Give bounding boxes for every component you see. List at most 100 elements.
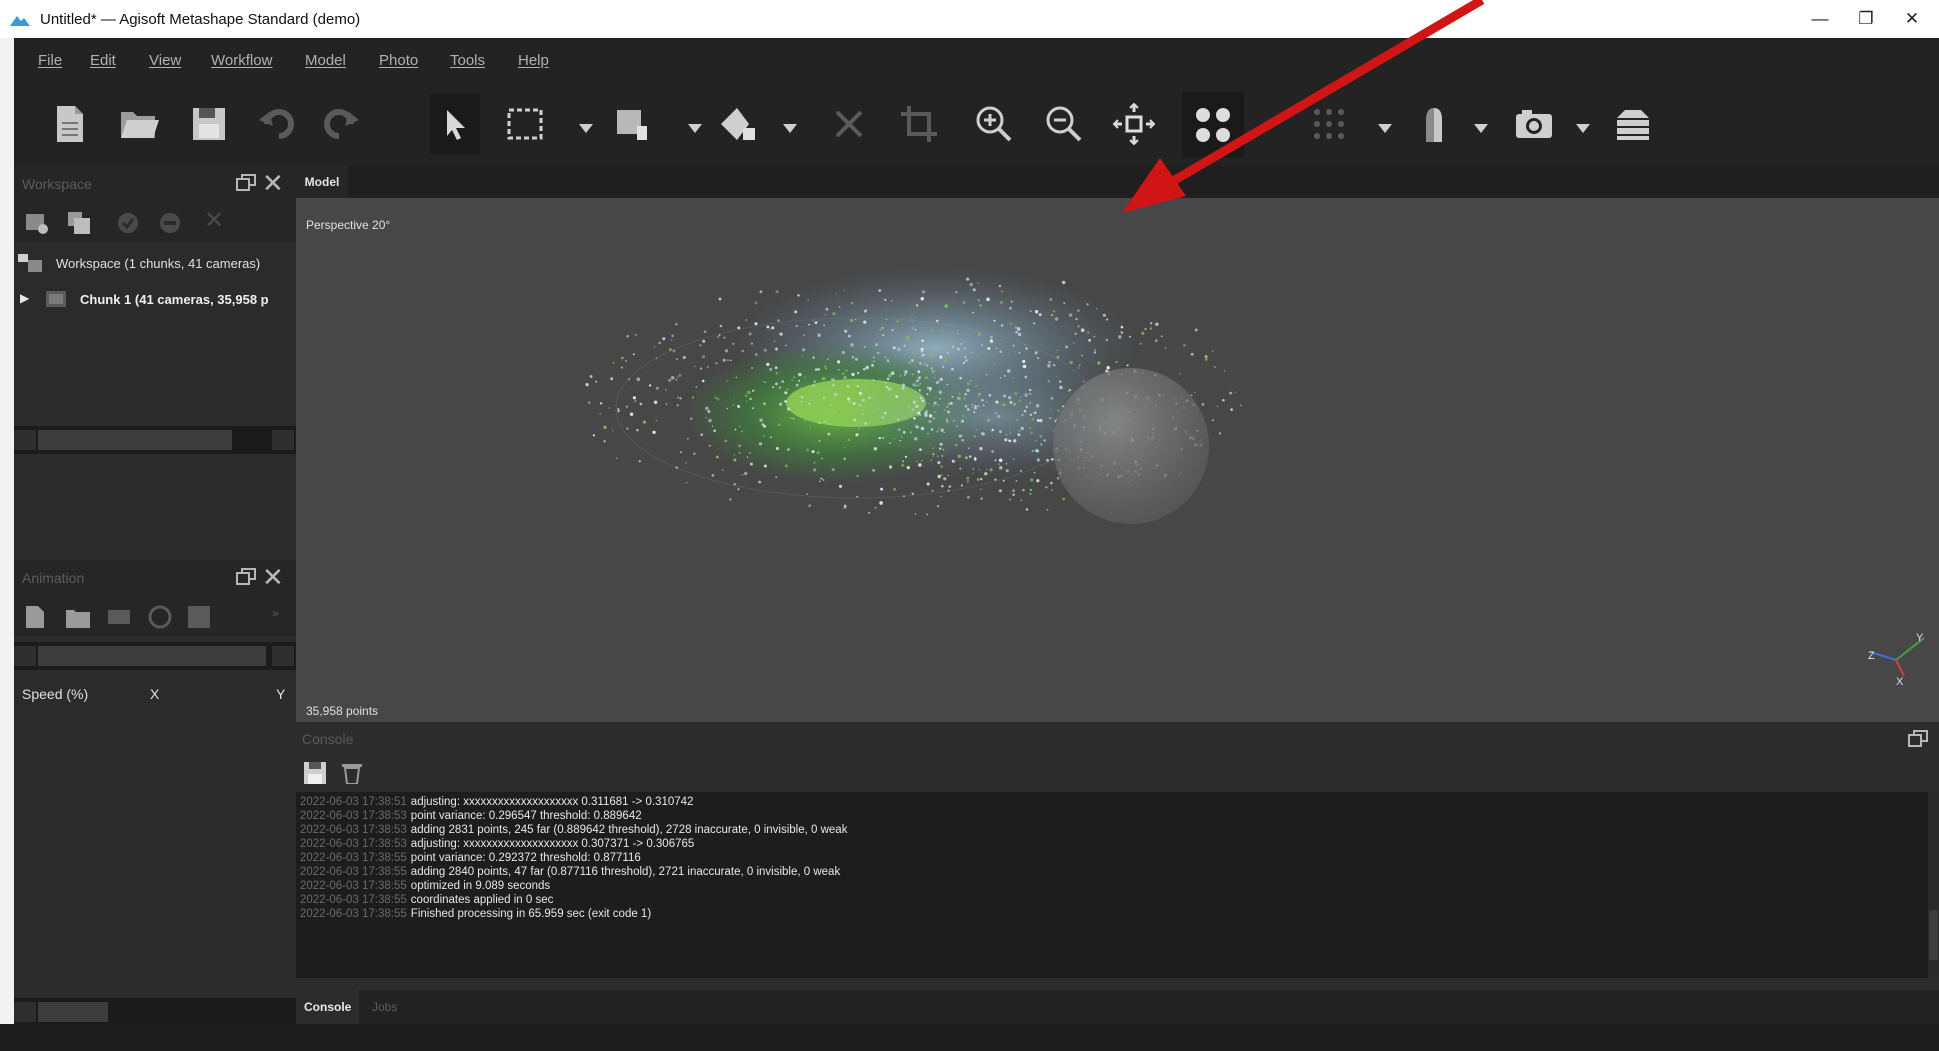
save-track-icon[interactable]	[188, 606, 210, 628]
point-cloud-dot	[901, 383, 906, 387]
y-column-header[interactable]: Y	[276, 686, 285, 702]
rotate-region-icon[interactable]	[714, 98, 764, 150]
close-panel-icon[interactable]: ✕	[262, 168, 284, 198]
scroll-right-arrow[interactable]	[272, 646, 294, 666]
float-panel-icon[interactable]	[1908, 730, 1928, 748]
camera-icon[interactable]	[1509, 98, 1559, 150]
workspace-horizontal-scrollbar[interactable]	[14, 426, 296, 454]
append-icon[interactable]	[108, 606, 130, 628]
remove-item-icon[interactable]: ✕	[204, 206, 224, 235]
point-cloud-dot	[851, 355, 855, 359]
point-cloud-dot	[919, 414, 922, 416]
move-dropdown-caret[interactable]	[688, 124, 702, 133]
rotate-dropdown-caret[interactable]	[783, 124, 797, 133]
menu-workflow[interactable]: Workflow	[211, 52, 272, 69]
scroll-left-arrow[interactable]	[14, 1002, 36, 1022]
float-panel-icon[interactable]	[236, 568, 256, 586]
point-cloud-dot	[668, 348, 672, 352]
move-region-icon[interactable]	[608, 98, 658, 150]
selection-dropdown-caret[interactable]	[579, 124, 593, 133]
point-cloud-dot	[738, 444, 741, 448]
menu-help[interactable]: Help	[518, 52, 549, 69]
dense-cloud-dropdown-caret[interactable]	[1378, 124, 1392, 133]
redo-icon[interactable]	[314, 98, 364, 150]
point-cloud-dot	[794, 310, 798, 314]
point-cloud-dot	[1009, 498, 1011, 501]
point-cloud-icon[interactable]	[1182, 92, 1244, 158]
point-cloud-dot	[1034, 411, 1037, 414]
workspace-panel: Workspace ✕ ✕ Workspace (1 chunks, 41 ca…	[14, 166, 296, 560]
menu-view[interactable]: View	[149, 52, 181, 69]
undo-icon[interactable]	[254, 98, 304, 150]
scrollbar-thumb[interactable]	[38, 1002, 108, 1022]
point-cloud-dot	[1037, 357, 1040, 360]
scrollbar-thumb[interactable]	[1929, 910, 1938, 960]
tab-jobs[interactable]: Jobs	[364, 990, 405, 1024]
clear-log-icon[interactable]	[342, 762, 362, 784]
point-cloud-dot	[1002, 479, 1005, 482]
point-cloud-dot	[942, 365, 945, 369]
camera-dropdown-caret[interactable]	[1576, 124, 1590, 133]
point-cloud-dot	[1218, 432, 1222, 435]
scroll-right-arrow[interactable]	[272, 430, 294, 450]
delete-icon[interactable]	[824, 98, 874, 150]
float-panel-icon[interactable]	[236, 174, 256, 192]
reset-view-icon[interactable]	[1109, 98, 1159, 150]
expand-chevron-icon[interactable]: ▶	[20, 291, 29, 305]
layers-icon[interactable]	[1608, 98, 1658, 150]
menu-file[interactable]: File	[38, 52, 62, 69]
add-chunk-icon[interactable]	[24, 210, 50, 236]
zoom-in-icon[interactable]	[969, 98, 1019, 150]
workspace-tree-root[interactable]: Workspace (1 chunks, 41 cameras)	[14, 248, 296, 278]
left-bottom-scrollbar[interactable]	[14, 998, 296, 1024]
open-folder-icon[interactable]	[114, 98, 164, 150]
point-cloud-dot	[994, 459, 997, 462]
x-column-header[interactable]: X	[150, 686, 159, 702]
shading-dropdown-caret[interactable]	[1474, 124, 1488, 133]
point-cloud-dot	[671, 334, 674, 338]
point-cloud-dot	[822, 377, 826, 381]
menu-model[interactable]: Model	[305, 52, 346, 69]
console-vertical-scrollbar[interactable]	[1928, 792, 1939, 978]
new-track-icon[interactable]	[24, 606, 44, 628]
menu-photo[interactable]: Photo	[379, 52, 418, 69]
scrollbar-thumb[interactable]	[38, 430, 232, 450]
close-panel-icon[interactable]: ✕	[262, 562, 284, 592]
close-window-button[interactable]: ✕	[1892, 6, 1932, 32]
menu-tools[interactable]: Tools	[450, 52, 485, 69]
animation-horizontal-scrollbar[interactable]	[14, 642, 296, 670]
overflow-chevron-icon[interactable]: »	[272, 606, 279, 620]
enable-icon[interactable]	[116, 211, 140, 235]
crop-icon[interactable]	[894, 98, 944, 150]
point-cloud-dot	[921, 460, 923, 462]
scroll-left-arrow[interactable]	[14, 430, 36, 450]
tab-console[interactable]: Console	[296, 990, 360, 1024]
shading-icon[interactable]	[1409, 98, 1459, 150]
menu-edit[interactable]: Edit	[90, 52, 116, 69]
maximize-button[interactable]: ❐	[1846, 6, 1886, 32]
rectangle-selection-icon[interactable]	[500, 98, 550, 150]
minimize-button[interactable]: —	[1800, 6, 1840, 32]
scrollbar-thumb[interactable]	[38, 646, 266, 666]
add-photos-icon[interactable]	[66, 210, 92, 236]
speed-column-header[interactable]: Speed (%)	[22, 686, 88, 702]
scroll-left-arrow[interactable]	[14, 646, 36, 666]
point-cloud-dot	[1062, 497, 1066, 501]
new-document-icon[interactable]	[44, 98, 94, 150]
tab-model[interactable]: Model	[296, 166, 348, 198]
chunk-tree-item[interactable]: ▶ Chunk 1 (41 cameras, 35,958 p	[14, 284, 296, 314]
record-icon[interactable]	[148, 605, 172, 629]
open-track-icon[interactable]	[66, 606, 90, 628]
dense-cloud-icon[interactable]	[1304, 98, 1354, 150]
point-cloud-dot	[694, 365, 696, 368]
navigation-arrow-icon[interactable]	[430, 94, 480, 154]
point-cloud-dot	[932, 455, 935, 458]
save-icon[interactable]	[184, 98, 234, 150]
point-cloud-dot	[777, 319, 780, 322]
model-viewport[interactable]: Perspective 20° 35,958 points Z Y X	[296, 198, 1939, 722]
point-cloud-dot	[1069, 360, 1073, 365]
save-log-icon[interactable]	[304, 762, 326, 784]
zoom-out-icon[interactable]	[1039, 98, 1089, 150]
point-cloud-dot	[917, 384, 920, 387]
disable-icon[interactable]	[158, 211, 182, 235]
